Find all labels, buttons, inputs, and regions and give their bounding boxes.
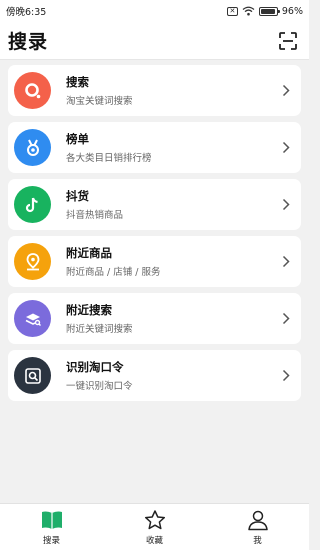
menu-item-nearby-search[interactable]: 附近搜索 附近关键词搜索 (8, 293, 301, 344)
book-icon (41, 510, 62, 529)
location-pin-icon (14, 243, 51, 280)
layers-search-icon (14, 300, 51, 337)
battery-fill (260, 8, 276, 14)
status-time: 傍晚6:35 (6, 7, 47, 18)
tab-me[interactable]: 我 (206, 504, 309, 550)
person-icon (247, 510, 268, 530)
status-bar: 傍晚6:35 ✕ 96% (0, 0, 309, 22)
chevron-right-icon (281, 141, 291, 155)
medal-icon (14, 129, 51, 166)
menu-item-title: 识别淘口令 (66, 360, 124, 374)
chevron-right-icon (281, 369, 291, 383)
status-icons: ✕ 96% (226, 5, 303, 17)
menu-item-subtitle: 淘宝关键词搜索 (66, 96, 133, 107)
scan-search-icon (14, 357, 51, 394)
bottom-tab-bar: 搜录 收藏 我 (0, 503, 309, 550)
battery-icon (258, 6, 280, 16)
menu-item-subtitle: 各大类目日销排行榜 (66, 153, 152, 164)
menu-item-subtitle: 抖音热销商品 (66, 210, 124, 221)
menu-item-title: 附近商品 (66, 246, 112, 260)
menu-item-subtitle: 附近商品 / 店铺 / 服务 (66, 267, 161, 278)
chevron-right-icon (281, 255, 291, 269)
tab-label: 我 (253, 535, 262, 546)
menu-item-title: 榜单 (66, 132, 89, 146)
app-header: 搜录 (0, 22, 309, 60)
menu-item-title: 附近搜索 (66, 303, 112, 317)
wifi-icon (242, 6, 255, 16)
chevron-right-icon (281, 312, 291, 326)
menu-item-nearby-goods[interactable]: 附近商品 附近商品 / 店铺 / 服务 (8, 236, 301, 287)
tab-label: 收藏 (145, 535, 163, 546)
menu-item-search[interactable]: 搜索 淘宝关键词搜索 (8, 65, 301, 116)
search-icon (14, 72, 51, 109)
notification-x-icon: ✕ (226, 6, 238, 16)
tab-favorites[interactable]: 收藏 (103, 504, 206, 550)
scan-icon (279, 31, 297, 50)
menu-item-rankings[interactable]: 榜单 各大类目日销排行榜 (8, 122, 301, 173)
menu-item-recognize-code[interactable]: 识别淘口令 一键识别淘口令 (8, 350, 301, 401)
menu-item-douhuo[interactable]: 抖货 抖音热销商品 (8, 179, 301, 230)
page-title: 搜录 (8, 31, 49, 53)
menu-item-title: 抖货 (66, 189, 89, 203)
tiktok-icon (14, 186, 51, 223)
battery-percent: 96% (281, 5, 303, 17)
star-icon (144, 509, 165, 529)
tab-label: 搜录 (42, 535, 60, 546)
menu-item-title: 搜索 (66, 75, 89, 89)
menu-list: 搜索 淘宝关键词搜索 榜单 各大类目日销排行榜 抖货 抖音热销商品 附近商品 附… (8, 65, 301, 407)
tab-search[interactable]: 搜录 (0, 504, 103, 550)
chevron-right-icon (281, 198, 291, 212)
menu-item-subtitle: 一键识别淘口令 (66, 381, 133, 392)
menu-item-subtitle: 附近关键词搜索 (66, 324, 133, 335)
chevron-right-icon (281, 84, 291, 98)
scan-button[interactable] (277, 30, 299, 52)
